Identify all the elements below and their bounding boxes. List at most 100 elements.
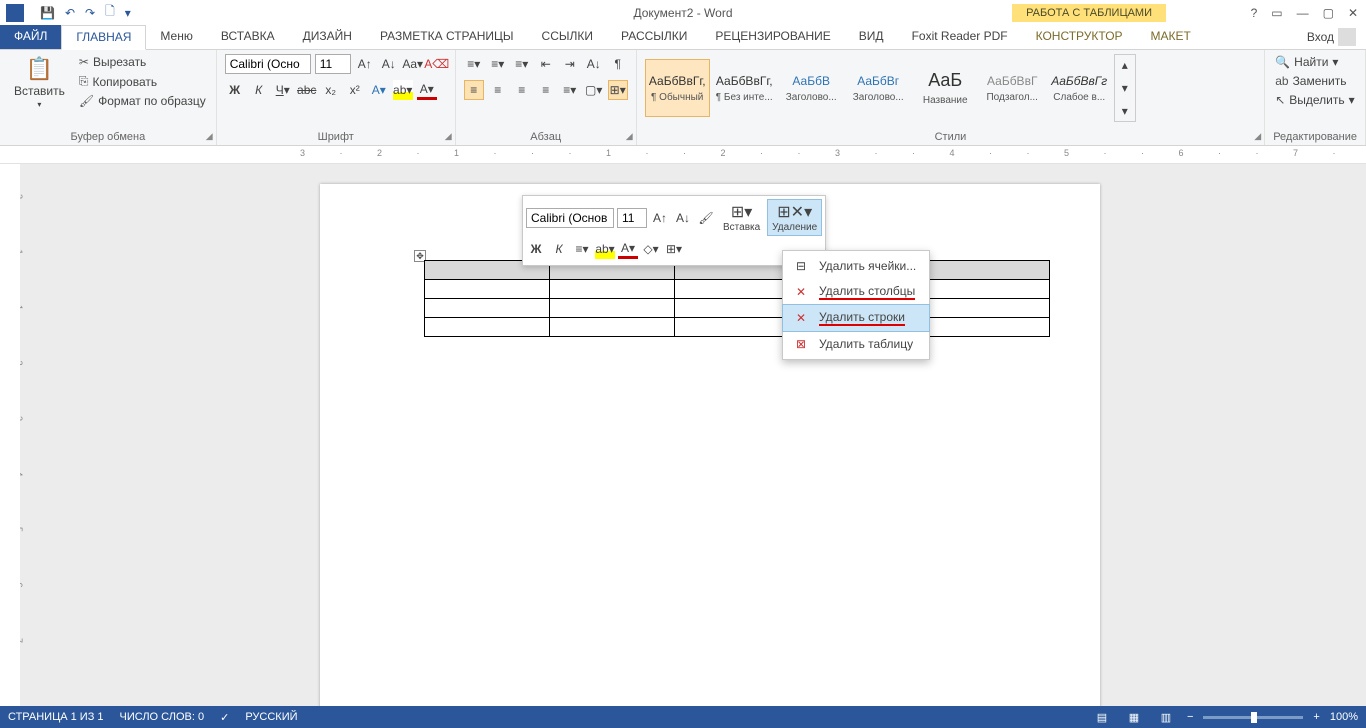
paste-button[interactable]: 📋 Вставить ▾	[8, 54, 71, 111]
view-print-icon[interactable]: ▦	[1123, 708, 1145, 726]
horizontal-ruler[interactable]: 3 · 2 · 1 · · · 1 · · 2 · · 3 · · 4 · · …	[0, 146, 1366, 164]
tab-references[interactable]: ССЫЛКИ	[528, 25, 607, 49]
zoom-out-icon[interactable]: −	[1187, 711, 1193, 723]
copy-button[interactable]: ⎘Копировать	[77, 73, 208, 90]
subscript-button[interactable]: x₂	[321, 80, 341, 100]
align-left-icon[interactable]: ≡	[464, 80, 484, 100]
undo-icon[interactable]: ↶	[65, 6, 75, 20]
tab-menu[interactable]: Меню	[146, 25, 206, 49]
font-launcher-icon[interactable]: ◢	[445, 131, 452, 142]
styles-more-down-icon[interactable]: ▾	[1115, 78, 1135, 98]
style-title[interactable]: АаБНазвание	[913, 59, 978, 117]
borders-icon[interactable]: ⊞▾	[608, 80, 628, 100]
styles-more-up-icon[interactable]: ▴	[1115, 55, 1135, 75]
mini-delete-button[interactable]: ⊞✕▾Удаление	[767, 199, 822, 236]
styles-gallery[interactable]: АаБбВвГг,¶ Обычный АаБбВвГг,¶ Без инте..…	[645, 54, 1136, 122]
minimize-icon[interactable]: —	[1297, 6, 1309, 20]
align-center-icon[interactable]: ≡	[488, 80, 508, 100]
menu-delete-table[interactable]: ⊠Удалить таблицу	[783, 331, 929, 357]
tab-mailings[interactable]: РАССЫЛКИ	[607, 25, 701, 49]
outdent-icon[interactable]: ⇤	[536, 54, 556, 74]
change-case-icon[interactable]: Aa▾	[403, 54, 423, 74]
mini-font-combo[interactable]	[526, 208, 614, 228]
status-proof-icon[interactable]: ✓	[220, 711, 229, 724]
underline-button[interactable]: Ч▾	[273, 80, 293, 100]
tab-page-layout[interactable]: РАЗМЕТКА СТРАНИЦЫ	[366, 25, 528, 49]
shading-icon[interactable]: ▢▾	[584, 80, 604, 100]
status-language[interactable]: РУССКИЙ	[245, 711, 297, 723]
tab-maket[interactable]: МАКЕТ	[1137, 25, 1205, 49]
select-button[interactable]: ↖Выделить ▾	[1273, 92, 1356, 108]
numbering-icon[interactable]: ≡▾	[488, 54, 508, 74]
save-icon[interactable]: 💾	[40, 6, 55, 20]
redo-icon[interactable]: ↷	[85, 6, 95, 20]
mini-italic-icon[interactable]: К	[549, 239, 569, 259]
tab-foxit[interactable]: Foxit Reader PDF	[898, 25, 1022, 49]
mini-shrink-font-icon[interactable]: A↓	[673, 208, 693, 228]
paragraph-launcher-icon[interactable]: ◢	[626, 131, 633, 142]
mini-size-combo[interactable]	[617, 208, 647, 228]
tab-constructor[interactable]: КОНСТРУКТОР	[1022, 25, 1137, 49]
tab-review[interactable]: РЕЦЕНЗИРОВАНИЕ	[701, 25, 844, 49]
find-button[interactable]: 🔍Найти ▾	[1273, 54, 1340, 70]
mini-highlight-icon[interactable]: ab▾	[595, 239, 615, 259]
styles-launcher-icon[interactable]: ◢	[1254, 131, 1261, 142]
style-subtitle[interactable]: АаБбВвГПодзагол...	[980, 59, 1045, 117]
style-emphasis[interactable]: АаБбВвГгСлабое в...	[1047, 59, 1112, 117]
font-name-combo[interactable]	[225, 54, 311, 74]
multilevel-icon[interactable]: ≡▾	[512, 54, 532, 74]
mini-shading-icon[interactable]: ◇▾	[641, 239, 661, 259]
line-spacing-icon[interactable]: ≡▾	[560, 80, 580, 100]
login-link[interactable]: Вход	[1297, 25, 1366, 49]
indent-icon[interactable]: ⇥	[560, 54, 580, 74]
font-size-combo[interactable]	[315, 54, 351, 74]
tab-file[interactable]: ФАЙЛ	[0, 25, 61, 49]
clipboard-launcher-icon[interactable]: ◢	[206, 131, 213, 142]
status-words[interactable]: ЧИСЛО СЛОВ: 0	[120, 711, 205, 723]
cut-button[interactable]: ✂Вырезать	[77, 54, 208, 70]
clear-format-icon[interactable]: A⌫	[427, 54, 447, 74]
status-page[interactable]: СТРАНИЦА 1 ИЗ 1	[8, 711, 104, 723]
tab-design[interactable]: ДИЗАЙН	[289, 25, 366, 49]
zoom-level[interactable]: 100%	[1330, 711, 1358, 723]
highlight-icon[interactable]: ab▾	[393, 80, 413, 100]
tab-home[interactable]: ГЛАВНАЯ	[61, 25, 146, 50]
justify-icon[interactable]: ≡	[536, 80, 556, 100]
tab-insert[interactable]: ВСТАВКА	[207, 25, 289, 49]
menu-delete-cells[interactable]: ⊟Удалить ячейки...	[783, 253, 929, 279]
align-right-icon[interactable]: ≡	[512, 80, 532, 100]
format-painter-button[interactable]: 🖌Формат по образцу	[77, 93, 208, 109]
mini-grow-font-icon[interactable]: A↑	[650, 208, 670, 228]
qat-more-icon[interactable]: ▾	[125, 6, 131, 20]
view-web-icon[interactable]: ▥	[1155, 708, 1177, 726]
menu-delete-columns[interactable]: ✕Удалить столбцы	[783, 279, 929, 305]
view-read-icon[interactable]: ▤	[1091, 708, 1113, 726]
new-doc-icon[interactable]: 🗋	[105, 2, 115, 23]
replace-button[interactable]: abЗаменить	[1273, 73, 1348, 89]
mini-insert-button[interactable]: ⊞▾Вставка	[719, 200, 764, 235]
font-color-icon[interactable]: A▾	[417, 80, 437, 100]
maximize-icon[interactable]: ▢	[1323, 6, 1334, 20]
superscript-button[interactable]: x²	[345, 80, 365, 100]
help-icon[interactable]: ?	[1251, 6, 1258, 20]
mini-font-color-icon[interactable]: A▾	[618, 239, 638, 259]
menu-delete-rows[interactable]: ✕Удалить строки	[782, 304, 930, 332]
styles-expand-icon[interactable]: ▾	[1115, 101, 1135, 121]
mini-borders-icon[interactable]: ⊞▾	[664, 239, 684, 259]
zoom-in-icon[interactable]: +	[1313, 711, 1319, 723]
sort-icon[interactable]: A↓	[584, 54, 604, 74]
shrink-font-icon[interactable]: A↓	[379, 54, 399, 74]
text-effects-icon[interactable]: A▾	[369, 80, 389, 100]
style-no-spacing[interactable]: АаБбВвГг,¶ Без инте...	[712, 59, 777, 117]
style-heading2[interactable]: АаБбВгЗаголово...	[846, 59, 911, 117]
zoom-slider[interactable]	[1203, 716, 1303, 719]
bullets-icon[interactable]: ≡▾	[464, 54, 484, 74]
mini-format-painter-icon[interactable]: 🖌	[696, 208, 716, 228]
grow-font-icon[interactable]: A↑	[355, 54, 375, 74]
document-table[interactable]	[424, 260, 1050, 337]
bold-button[interactable]: Ж	[225, 80, 245, 100]
show-marks-icon[interactable]: ¶	[608, 54, 628, 74]
close-icon[interactable]: ✕	[1348, 6, 1358, 20]
style-normal[interactable]: АаБбВвГг,¶ Обычный	[645, 59, 710, 117]
italic-button[interactable]: К	[249, 80, 269, 100]
